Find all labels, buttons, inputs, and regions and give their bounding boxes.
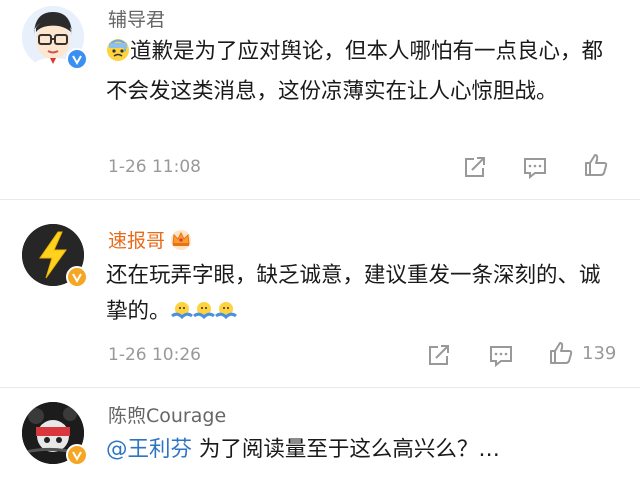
share-button[interactable] (462, 154, 488, 180)
thumbs-up-icon (585, 154, 608, 176)
comment-time: 1-26 11:08 (108, 157, 201, 177)
username[interactable]: 辅导君 (108, 8, 165, 32)
avatar[interactable] (22, 402, 88, 466)
reply-button[interactable] (522, 154, 548, 180)
comment-text-content: 道歉是为了应对舆论，但本人哪怕有一点良心，都不会发这类消息，这份凉薄实在让人心惊… (106, 39, 604, 104)
comment-text-content: 为了阅读量至于这么高兴么？… (192, 437, 500, 462)
verified-badge-icon (66, 48, 88, 70)
crown-icon (169, 228, 193, 256)
comment-icon (490, 346, 512, 368)
username[interactable]: 速报哥 (108, 228, 193, 256)
share-icon (465, 157, 485, 177)
comment-text: 还在玩弄字眼，缺乏诚意，建议重发一条深刻的、诚挚的。 (106, 258, 616, 334)
like-count: 139 (582, 342, 617, 364)
cold-sweat-emoji-icon (106, 38, 130, 74)
thumbs-up-icon (550, 342, 573, 364)
comment-item: 陈煦Courage @王利芬 为了阅读量至于这么高兴么？… (0, 390, 640, 484)
share-icon (429, 345, 449, 365)
comment-icon (524, 158, 546, 180)
username[interactable]: 陈煦Courage (108, 404, 226, 428)
comment-item: 辅导君 道歉是为了应对舆论，但本人哪怕有一点良心，都不会发这类消息，这份凉薄实在… (0, 0, 640, 200)
reply-button[interactable] (488, 342, 514, 368)
mention-link[interactable]: @王利芬 (106, 437, 192, 462)
verified-badge-icon (66, 266, 88, 288)
comment-text: 道歉是为了应对舆论，但本人哪怕有一点良心，都不会发这类消息，这份凉薄实在让人心惊… (106, 34, 616, 110)
avatar[interactable] (22, 224, 88, 288)
like-button[interactable]: 139 (548, 340, 616, 366)
comment-text: @王利芬 为了阅读量至于这么高兴么？… (106, 432, 616, 468)
comment-item: 速报哥 还在玩弄字眼，缺乏诚意，建议重发一条深刻的、诚挚的。 1-26 10:2… (0, 200, 640, 390)
comment-time: 1-26 10:26 (108, 345, 201, 365)
share-button[interactable] (426, 342, 452, 368)
verified-badge-icon (66, 444, 88, 466)
avatar[interactable] (22, 6, 88, 70)
like-button[interactable] (583, 152, 609, 178)
divider (0, 387, 640, 388)
shrug-emoji-icon (170, 298, 237, 334)
username-text: 速报哥 (108, 230, 166, 252)
